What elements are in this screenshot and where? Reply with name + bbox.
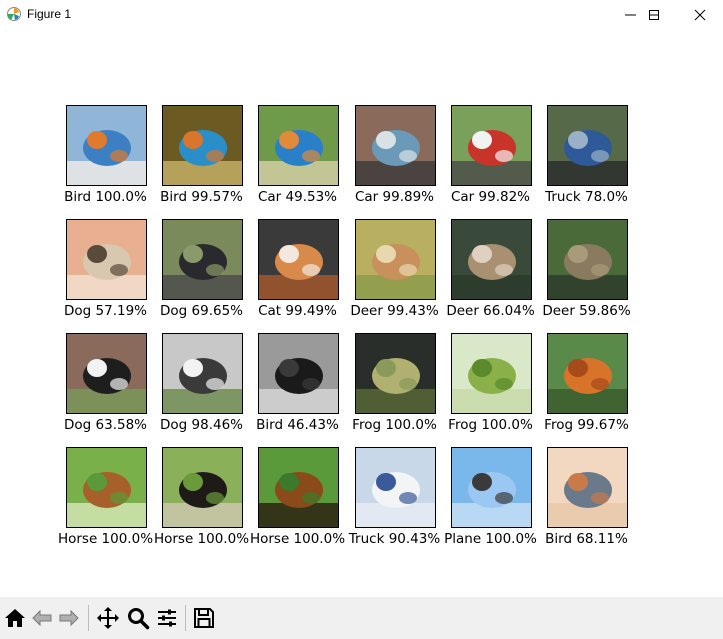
image-thumbnail <box>66 219 147 300</box>
matplotlib-icon <box>6 6 22 22</box>
image-thumbnail <box>355 447 436 528</box>
back-icon <box>32 609 52 627</box>
save-icon <box>194 608 214 628</box>
image-thumbnail <box>451 447 532 528</box>
image-thumbnail <box>162 219 243 300</box>
image-thumbnail <box>355 219 436 300</box>
image-thumbnail <box>258 447 339 528</box>
image-thumbnail <box>162 105 243 186</box>
image-thumbnail <box>258 219 339 300</box>
image-thumbnail <box>162 333 243 414</box>
image-thumbnail <box>66 333 147 414</box>
image-cell: Frog 99.67% <box>524 333 634 437</box>
image-thumbnail <box>547 105 628 186</box>
image-thumbnail <box>66 447 147 528</box>
toolbar-separator <box>88 605 89 631</box>
configure-subplots-button[interactable] <box>155 606 179 630</box>
configure-icon <box>158 609 176 627</box>
navigation-toolbar <box>0 597 723 639</box>
image-thumbnail <box>547 219 628 300</box>
pan-icon <box>97 607 119 629</box>
maximize-button[interactable] <box>631 0 677 30</box>
image-thumbnail <box>355 333 436 414</box>
image-thumbnail <box>547 333 628 414</box>
image-thumbnail <box>66 105 147 186</box>
image-thumbnail <box>451 219 532 300</box>
home-button[interactable] <box>3 606 27 630</box>
image-caption: Frog 99.67% <box>544 417 629 433</box>
title-bar: Figure 1 <box>0 0 723 30</box>
window-title: Figure 1 <box>27 7 72 21</box>
image-caption: Bird 68.11% <box>545 531 628 547</box>
image-cell: Truck 78.0% <box>524 105 634 209</box>
image-thumbnail <box>547 447 628 528</box>
close-icon <box>694 9 706 21</box>
image-thumbnail <box>451 105 532 186</box>
forward-button[interactable] <box>57 606 81 630</box>
image-thumbnail <box>258 105 339 186</box>
image-cell: Bird 68.11% <box>524 447 634 551</box>
maximize-icon <box>649 10 659 20</box>
image-thumbnail <box>258 333 339 414</box>
zoom-button[interactable] <box>126 606 150 630</box>
toolbar-separator <box>185 605 186 631</box>
image-caption: Deer 59.86% <box>542 303 631 319</box>
zoom-icon <box>128 608 150 630</box>
image-thumbnail <box>451 333 532 414</box>
figure-canvas: Bird 100.0% Bird 99.57% Car 49.53% Car 99.8… <box>0 30 723 597</box>
image-thumbnail <box>355 105 436 186</box>
image-cell: Deer 59.86% <box>524 219 634 323</box>
image-caption: Truck 78.0% <box>545 189 628 205</box>
back-button[interactable] <box>30 606 54 630</box>
home-icon <box>5 609 25 627</box>
image-thumbnail <box>162 447 243 528</box>
save-button[interactable] <box>192 606 216 630</box>
close-button[interactable] <box>677 0 723 30</box>
forward-icon <box>59 609 79 627</box>
pan-button[interactable] <box>96 606 120 630</box>
